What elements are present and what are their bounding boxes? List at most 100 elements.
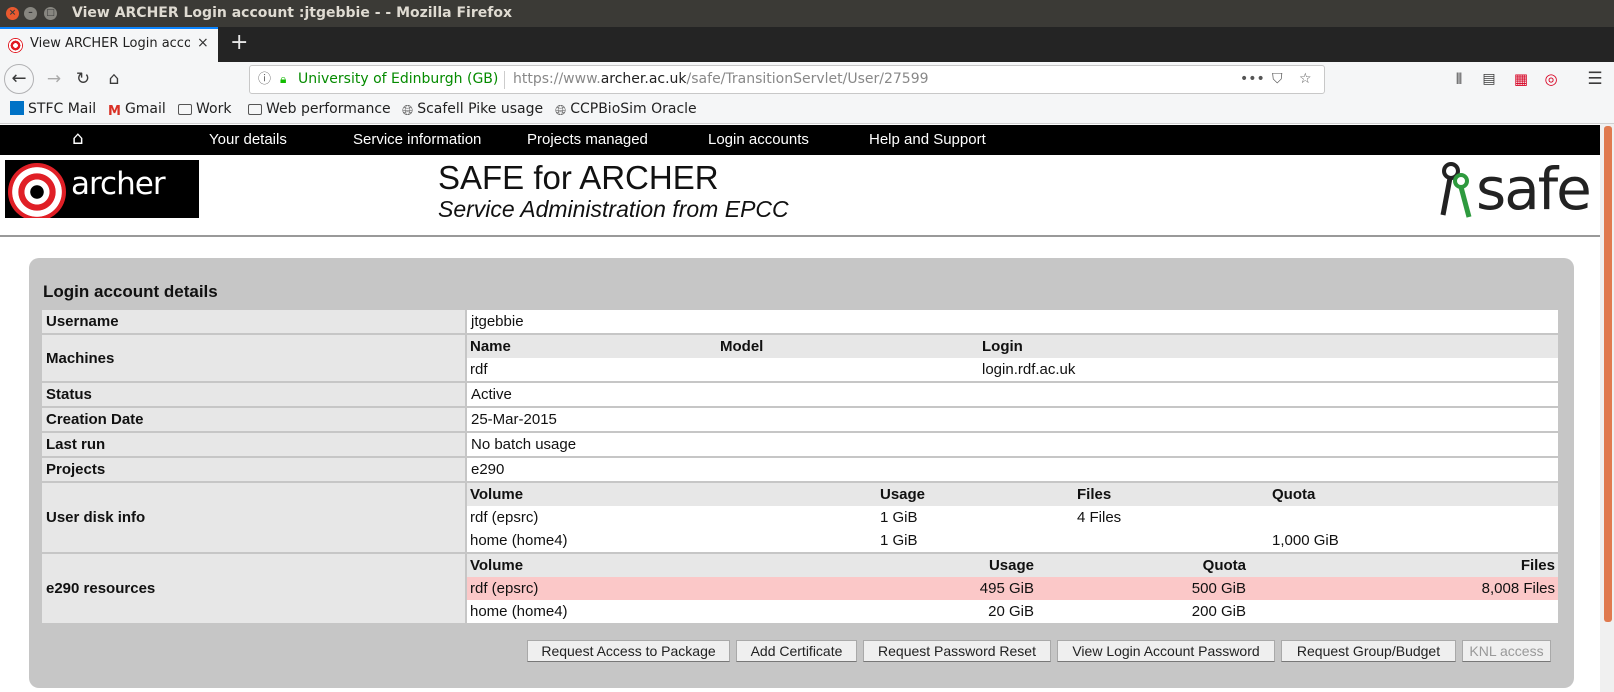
opera-extension-icon[interactable]: ◎ (1541, 67, 1561, 91)
safe-logo-text: safe (1476, 155, 1592, 223)
res-col-volume: Volume (467, 554, 837, 577)
certificate-org: University of Edinburgh (GB) (298, 71, 499, 87)
request-group-budget-button[interactable]: Request Group/Budget (1281, 640, 1456, 662)
disk-volume: home (home4) (470, 531, 568, 549)
row-username: Username jtgebbie (40, 308, 1560, 335)
pocket-icon[interactable]: ⛉ (1272, 66, 1283, 93)
table-row: rdf login.rdf.ac.uk (467, 358, 1558, 381)
lock-icon: 🔒︎ (280, 72, 287, 86)
disk-col-usage: Usage (877, 483, 1074, 506)
add-certificate-button[interactable]: Add Certificate (736, 640, 857, 662)
back-button[interactable]: ← (4, 64, 34, 94)
machine-name: rdf (470, 360, 488, 378)
res-volume: home (home4) (470, 602, 568, 620)
disk-col-files: Files (1074, 483, 1269, 506)
bookmark-web-performance[interactable]: Web performance (248, 101, 391, 117)
last-run-label: Last run (40, 431, 467, 458)
view-login-password-button[interactable]: View Login Account Password (1057, 640, 1275, 662)
menu-hamburger-icon[interactable]: ☰ (1585, 67, 1605, 91)
res-col-files: Files (1249, 554, 1558, 577)
site-info-icon[interactable]: ⓘ (258, 66, 271, 93)
tab-close-icon[interactable]: × (197, 35, 209, 51)
site-title: SAFE for ARCHER (438, 159, 719, 196)
site-subtitle: Service Administration from EPCC (438, 196, 789, 222)
extension-mail-icon[interactable]: ▦ (1509, 67, 1533, 91)
archer-logo[interactable]: archer (5, 160, 199, 218)
bookmark-gmail[interactable]: M Gmail (108, 101, 166, 119)
row-e290-resources: e290 resources Volume Usage Quota Files … (40, 552, 1560, 625)
tab-strip: View ARCHER Login account :jtgebbie - × … (0, 27, 1614, 62)
machines-col-name: Name (467, 335, 717, 358)
projects-label: Projects (40, 456, 467, 483)
disk-volume: rdf (epsrc) (470, 508, 539, 526)
disk-files (1074, 529, 1269, 552)
disk-col-volume: Volume (467, 483, 877, 506)
url-separator (504, 71, 505, 89)
outlook-icon (10, 101, 24, 115)
bookmark-stfc-mail[interactable]: STFC Mail (10, 101, 96, 117)
table-row: rdf (epsrc) 1 GiB 4 Files (467, 506, 1558, 529)
res-files: 8,008 Files (1249, 577, 1558, 600)
page-scrollbar-thumb[interactable] (1604, 126, 1612, 622)
machines-table: Name Model Login rdf login.rdf.ac.uk (467, 335, 1558, 381)
url-bar[interactable]: ⓘ 🔒︎ University of Edinburgh (GB) https:… (249, 65, 1325, 94)
window-maximize-button[interactable]: □ (44, 7, 57, 20)
bookmark-ccpbiosim[interactable]: 🌐︎ CCPBioSim Oracle (555, 101, 697, 119)
window-close-button[interactable]: × (6, 7, 19, 20)
disk-files: 4 Files (1077, 508, 1122, 526)
machine-model (717, 358, 979, 381)
tab-title: View ARCHER Login account :jtgebbie - (30, 36, 190, 51)
username-value: jtgebbie (471, 313, 524, 330)
site-home-icon[interactable]: ⌂ (72, 128, 83, 149)
status-label: Status (40, 381, 467, 408)
machines-label: Machines (40, 333, 467, 383)
username-label: Username (40, 308, 467, 335)
res-col-quota: Quota (1037, 554, 1249, 577)
reload-button[interactable]: ↻ (73, 67, 93, 91)
window-minimize-button[interactable]: – (24, 7, 37, 20)
library-icon[interactable]: ⫴ (1449, 67, 1469, 91)
gmail-icon: M (108, 104, 121, 119)
forward-button[interactable]: → (44, 67, 64, 91)
table-row: home (home4) 20 GiB 200 GiB (467, 600, 1558, 623)
home-button[interactable]: ⌂ (103, 67, 125, 91)
browser-tab[interactable]: View ARCHER Login account :jtgebbie - × (0, 27, 218, 62)
e290-resources-table: Volume Usage Quota Files rdf (epsrc) 495… (467, 554, 1558, 623)
row-machines: Machines Name Model Login rdf login.rdf.… (40, 333, 1560, 383)
archer-favicon-icon (8, 38, 23, 53)
new-tab-button[interactable]: + (230, 30, 248, 55)
menu-help-and-support[interactable]: Help and Support (869, 131, 986, 148)
creation-date-value: 25-Mar-2015 (471, 411, 557, 428)
user-disk-table: Volume Usage Files Quota rdf (epsrc) 1 G… (467, 483, 1558, 552)
res-quota: 200 GiB (1191, 602, 1246, 620)
url-text[interactable]: https://www.archer.ac.uk/safe/Transition… (513, 66, 929, 93)
creation-date-label: Creation Date (40, 406, 467, 433)
menu-projects-managed[interactable]: Projects managed (527, 131, 648, 148)
login-account-details-heading: Login account details (43, 282, 218, 301)
e290-resources-label: e290 resources (40, 552, 467, 625)
knl-access-button[interactable]: KNL access (1462, 640, 1551, 662)
machine-login: login.rdf.ac.uk (982, 360, 1076, 378)
menu-login-accounts[interactable]: Login accounts (708, 131, 809, 148)
menu-your-details[interactable]: Your details (209, 131, 287, 148)
disk-usage: 1 GiB (880, 531, 918, 549)
bookmark-work[interactable]: Work (178, 101, 231, 117)
request-access-button[interactable]: Request Access to Package (527, 640, 730, 662)
row-projects: Projects e290 (40, 456, 1560, 483)
request-password-reset-button[interactable]: Request Password Reset (863, 640, 1051, 662)
window-title: View ARCHER Login account :jtgebbie - - … (72, 5, 512, 21)
globe-icon: 🌐︎ (402, 103, 414, 119)
folder-icon (248, 104, 262, 115)
sidebar-icon[interactable]: ▤ (1479, 67, 1499, 91)
res-usage: 495 GiB (837, 577, 1037, 600)
disk-col-quota: Quota (1269, 483, 1558, 506)
machines-col-login: Login (979, 335, 1558, 358)
archer-target-icon (8, 163, 66, 218)
bookmark-scafell-pike[interactable]: 🌐︎ Scafell Pike usage (402, 101, 543, 119)
table-row: rdf (epsrc) 495 GiB 500 GiB 8,008 Files (467, 577, 1558, 600)
page-actions-icon[interactable]: ••• (1240, 66, 1265, 93)
bookmark-star-icon[interactable]: ☆ (1299, 66, 1312, 93)
menu-service-information[interactable]: Service information (353, 131, 481, 148)
disk-quota: 1,000 GiB (1272, 531, 1339, 549)
action-buttons: Request Access to Package Add Certificat… (527, 640, 1564, 662)
